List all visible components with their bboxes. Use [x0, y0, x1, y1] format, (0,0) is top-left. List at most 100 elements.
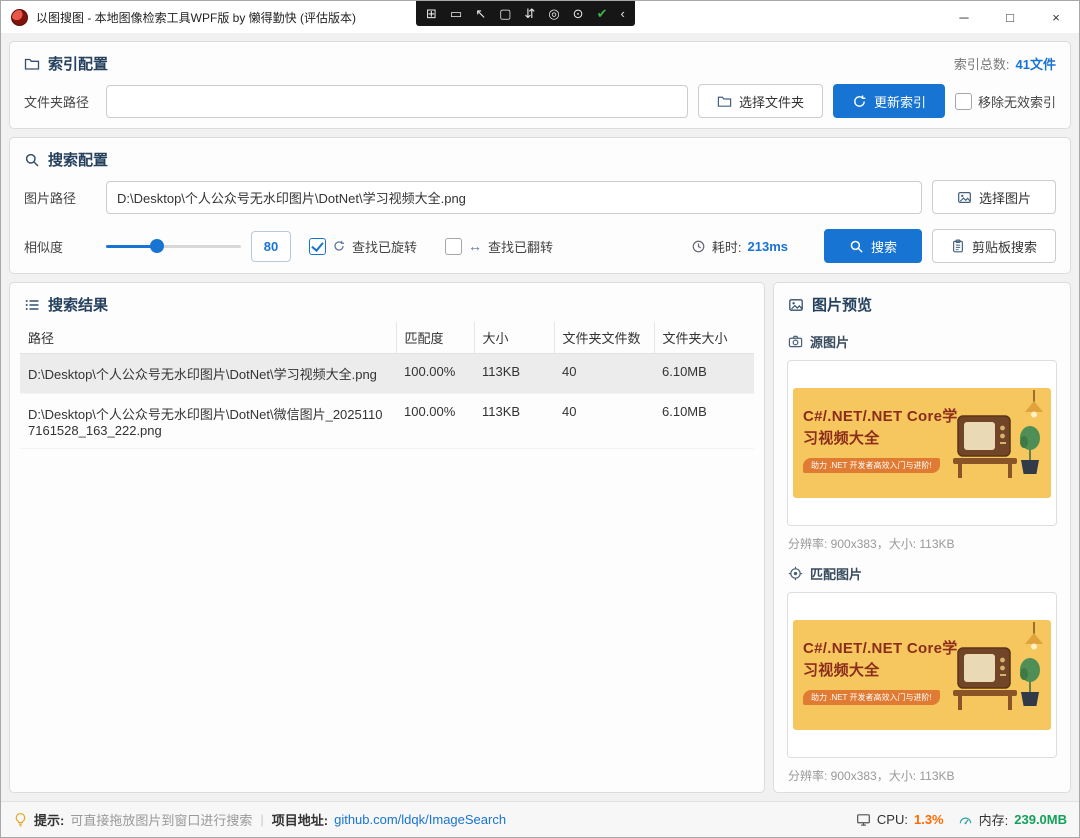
clipboard-search-button[interactable]: 剪贴板搜索 [932, 229, 1056, 263]
results-header-row[interactable]: 路径 匹配度 大小 文件夹文件数 文件夹大小 [20, 322, 754, 354]
table-row[interactable]: D:\Desktop\个人公众号无水印图片\DotNet\学习视频大全.png … [20, 354, 754, 394]
index-config-row: 文件夹路径 选择文件夹 更新索引 移除无效索引 [10, 79, 1070, 128]
confirm-icon[interactable]: ✔ [597, 7, 608, 20]
app-window: 以图搜图 - 本地图像检索工具WPF版 by 懒得勤快 (评估版本) ⊞ ▭ ↖ ▢ ⇵… [0, 0, 1080, 838]
tip-text: 可直接拖放图片到窗口进行搜索 [70, 810, 252, 829]
index-config-header: 索引配置 索引总数: 41文件 [10, 42, 1070, 79]
window-title: 以图搜图 - 本地图像检索工具WPF版 by 懒得勤快 (评估版本) [36, 9, 356, 26]
search-button[interactable]: 搜索 [824, 229, 922, 263]
list-icon [24, 297, 40, 313]
system-stats: CPU: 1.3% 内存: 239.0MB [856, 810, 1067, 829]
column-match[interactable]: 匹配度 [396, 322, 474, 354]
image-icon [957, 190, 972, 205]
match-image-card[interactable]: C#/.NET/.NET Core学 习视频大全 助力 .NET 开发者高效入门… [787, 592, 1057, 758]
cpu-label: CPU: [877, 812, 908, 827]
minimize-button[interactable]: ─ [941, 1, 987, 33]
select-image-button[interactable]: 选择图片 [932, 180, 1056, 214]
search-button-label: 搜索 [871, 237, 897, 256]
elapsed-value: 213ms [748, 239, 788, 254]
flip-icon: ↔ [468, 238, 482, 254]
remove-invalid-label: 移除无效索引 [978, 92, 1056, 111]
app-logo-icon [11, 9, 28, 26]
source-image-label: 源图片 [810, 332, 849, 351]
slider-thumb[interactable] [150, 239, 164, 253]
remove-invalid-checkbox[interactable] [955, 93, 972, 110]
main-area: 搜索结果 路径 匹配度 大小 文件夹文件数 文件夹大小 D:\Desktop\个… [9, 282, 1071, 793]
maximize-button[interactable]: □ [987, 1, 1033, 33]
similarity-row: 相似度 80 查找已旋转 ↔ 查找已翻转 耗时: [10, 224, 1070, 273]
folder-path-label: 文件夹路径 [24, 92, 96, 111]
update-index-button[interactable]: 更新索引 [833, 84, 945, 118]
cell-match: 100.00% [396, 394, 474, 449]
banner-ribbon: 助力 .NET 开发者高效入门与进阶! [803, 458, 940, 473]
capture-window-icon[interactable]: ⊞ [426, 7, 437, 20]
remove-invalid-checkbox-group[interactable]: 移除无效索引 [955, 92, 1056, 111]
select-folder-label: 选择文件夹 [739, 92, 804, 111]
record-video-icon[interactable]: ▭ [450, 7, 462, 20]
image-path-label: 图片路径 [24, 188, 96, 207]
source-image-card[interactable]: C#/.NET/.NET Core学 习视频大全 助力 .NET 开发者高效入门… [787, 360, 1057, 526]
table-row[interactable]: D:\Desktop\个人公众号无水印图片\DotNet\微信图片_202511… [20, 394, 754, 449]
column-folder-size[interactable]: 文件夹大小 [654, 322, 754, 354]
window-controls: ─ □ × [941, 1, 1079, 33]
close-button[interactable]: × [1033, 1, 1079, 33]
scroll-capture-icon[interactable]: ⇵ [524, 7, 535, 20]
rotate-icon [332, 239, 346, 253]
image-path-row: 图片路径 选择图片 [10, 175, 1070, 224]
target-icon [788, 566, 803, 581]
index-total: 索引总数: 41文件 [954, 54, 1056, 73]
column-path[interactable]: 路径 [20, 322, 396, 354]
refresh-icon [852, 94, 867, 109]
monitor-icon [856, 812, 871, 827]
match-image-label-row: 匹配图片 [788, 564, 1056, 583]
project-link[interactable]: github.com/ldqk/ImageSearch [334, 812, 506, 827]
titlebar: 以图搜图 - 本地图像检索工具WPF版 by 懒得勤快 (评估版本) ⊞ ▭ ↖ ▢ ⇵… [1, 1, 1079, 33]
cell-folder-size: 6.10MB [654, 354, 754, 394]
find-flipped-label: 查找已翻转 [488, 237, 553, 256]
cursor-capture-icon[interactable]: ↖ [475, 7, 486, 20]
select-folder-button[interactable]: 选择文件夹 [698, 84, 823, 118]
banner-illustration [931, 622, 1049, 726]
image-icon [788, 297, 804, 313]
gif-record-icon[interactable]: ◎ [548, 7, 559, 20]
update-index-label: 更新索引 [874, 92, 926, 111]
gauge-icon [958, 812, 973, 827]
search-icon [849, 239, 864, 254]
source-image-label-row: 源图片 [788, 332, 1056, 351]
elapsed-time: 耗时: 213ms [691, 237, 788, 256]
folder-path-input[interactable] [106, 85, 688, 118]
index-total-label: 索引总数: [954, 54, 1010, 73]
find-flipped-checkbox[interactable] [445, 238, 462, 255]
search-icon [24, 152, 40, 168]
similarity-slider[interactable] [106, 238, 241, 254]
search-config-title: 搜索配置 [48, 149, 108, 170]
results-table-body: D:\Desktop\个人公众号无水印图片\DotNet\学习视频大全.png … [20, 354, 754, 449]
similarity-value[interactable]: 80 [251, 231, 291, 262]
collapse-toolbar-icon[interactable]: ‹ [620, 7, 624, 20]
column-size[interactable]: 大小 [474, 322, 554, 354]
search-results-title: 搜索结果 [48, 294, 108, 315]
cell-size: 113KB [474, 354, 554, 394]
search-config-header: 搜索配置 [10, 138, 1070, 175]
search-results-panel: 搜索结果 路径 匹配度 大小 文件夹文件数 文件夹大小 D:\Desktop\个… [9, 282, 765, 793]
tip-label: 提示: [34, 810, 64, 829]
find-rotated-checkbox-group[interactable]: 查找已旋转 [309, 237, 417, 256]
find-rotated-label: 查找已旋转 [352, 237, 417, 256]
match-image-caption: 分辨率: 900x383，大小: 113KB [788, 767, 1056, 784]
region-capture-icon[interactable]: ▢ [499, 7, 511, 20]
clipboard-search-label: 剪贴板搜索 [972, 237, 1037, 256]
find-flipped-checkbox-group[interactable]: ↔ 查找已翻转 [445, 237, 553, 256]
capture-toolbar[interactable]: ⊞ ▭ ↖ ▢ ⇵ ◎ ⊙ ✔ ‹ [416, 1, 635, 26]
folder-icon [24, 56, 40, 72]
find-rotated-checkbox[interactable] [309, 238, 326, 255]
column-folder-count[interactable]: 文件夹文件数 [554, 322, 654, 354]
cell-size: 113KB [474, 394, 554, 449]
index-config-title: 索引配置 [48, 53, 108, 74]
cell-path: D:\Desktop\个人公众号无水印图片\DotNet\微信图片_202511… [20, 394, 396, 449]
delay-capture-icon[interactable]: ⊙ [573, 7, 584, 20]
image-path-input[interactable] [106, 181, 922, 214]
results-table: 路径 匹配度 大小 文件夹文件数 文件夹大小 D:\Desktop\个人公众号无… [20, 322, 754, 449]
similarity-label: 相似度 [24, 237, 96, 256]
memory-value: 239.0MB [1014, 812, 1067, 827]
clock-icon [691, 239, 706, 254]
